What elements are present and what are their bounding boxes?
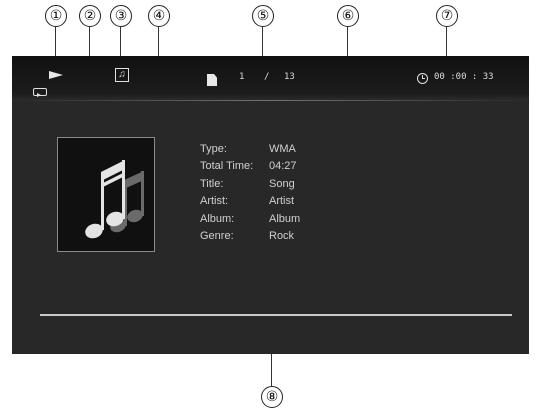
info-row-title: Title: Song [200,175,300,193]
repeat-icon [33,88,47,97]
file-icon [207,74,217,86]
current-track-number: 1 [239,72,245,82]
info-value: Artist [269,195,295,208]
info-row-album: Album: Album [200,210,300,228]
callout-3: ③ [110,5,132,27]
clock-icon [417,73,428,84]
status-bar-divider [12,100,529,101]
info-label: Type: [200,142,227,155]
info-label: Album: [200,212,235,225]
info-value: Album [269,212,301,225]
album-art [57,137,155,252]
info-value: Rock [269,230,295,243]
music-notes-icon [85,160,144,239]
info-row-genre: Genre: Rock [200,228,300,246]
track-info: Type: WMA Total Time: 04:27 Title: Song … [200,140,300,245]
callout-6: ⑥ [337,5,359,27]
info-label: Total Time: [200,160,254,173]
info-value: 04:27 [269,160,297,173]
callout-7: ⑦ [436,5,458,27]
elapsed-time: 00 :00 : 33 [434,72,494,82]
progress-bar[interactable] [40,314,512,316]
info-row-total-time: Total Time: 04:27 [200,158,300,176]
info-label: Artist: [200,195,229,208]
track-separator: / [264,72,270,82]
info-row-artist: Artist: Artist [200,193,300,211]
callout-8: ⑧ [261,386,283,408]
info-label: Title: [200,177,224,190]
status-bar: ♫ 1 / 13 00 :00 : 33 [12,56,529,100]
callout-5: ⑤ [252,5,274,27]
info-label: Genre: [200,230,234,243]
play-icon [49,71,63,79]
callout-2: ② [79,5,101,27]
info-value: WMA [269,142,296,155]
music-note-icon: ♫ [115,68,129,82]
total-tracks: 13 [284,72,295,82]
info-value: Song [269,177,295,190]
player-screen: ♫ 1 / 13 00 :00 : 33 Type: WMA Total Tim… [12,56,529,354]
callout-1: ① [45,5,67,27]
callout-4: ④ [148,5,170,27]
info-row-type: Type: WMA [200,140,300,158]
